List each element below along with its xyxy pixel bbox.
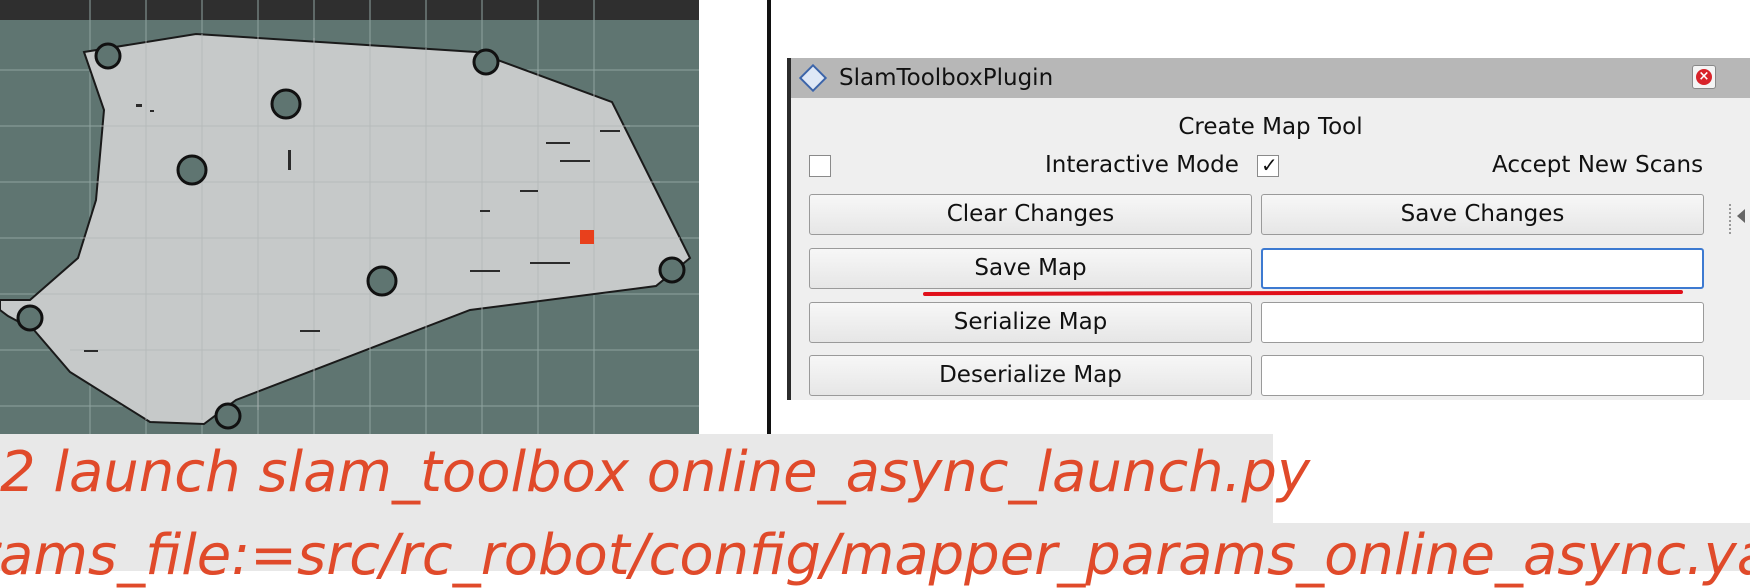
close-button[interactable]: × (1692, 65, 1716, 89)
map-viewport[interactable] (0, 0, 699, 434)
occupancy-grid-map (0, 0, 699, 434)
left-checkbox[interactable] (809, 155, 831, 177)
side-panel-handle[interactable] (1729, 204, 1750, 234)
clear-changes-button[interactable]: Clear Changes (809, 194, 1252, 235)
panel-title-bar: SlamToolboxPlugin × (791, 58, 1750, 98)
deserialize-map-button[interactable]: Deserialize Map (809, 355, 1252, 396)
save-map-button[interactable]: Save Map (809, 248, 1252, 289)
window-divider (767, 0, 771, 434)
handle-dots-icon (1729, 204, 1733, 234)
close-icon: × (1696, 69, 1712, 85)
serialize-map-button[interactable]: Serialize Map (809, 302, 1252, 343)
checkmark-icon: ✓ (1261, 153, 1278, 177)
accept-new-scans-label: Accept New Scans (1492, 152, 1704, 178)
tool-heading: Create Map Tool (1178, 114, 1363, 140)
save-map-name-input[interactable] (1261, 248, 1704, 289)
robot-marker (580, 230, 594, 244)
panel-title: SlamToolboxPlugin (839, 65, 1054, 91)
interactive-mode-checkbox[interactable]: ✓ (1257, 153, 1279, 177)
interactive-mode-label: Interactive Mode (1045, 152, 1239, 178)
command-line-1: 2 launch slam_toolbox online_async_launc… (0, 440, 1311, 505)
serialize-map-name-input[interactable] (1261, 302, 1704, 343)
plugin-diamond-icon (798, 63, 828, 93)
command-line-2: rams_file:=src/rc_robot/config/mapper_pa… (0, 523, 1750, 588)
collapse-arrow-icon (1737, 209, 1745, 223)
deserialize-map-name-input[interactable] (1261, 355, 1704, 396)
slam-toolbox-plugin-panel: SlamToolboxPlugin × Create Map Tool Inte… (787, 58, 1750, 400)
save-changes-button[interactable]: Save Changes (1261, 194, 1704, 235)
